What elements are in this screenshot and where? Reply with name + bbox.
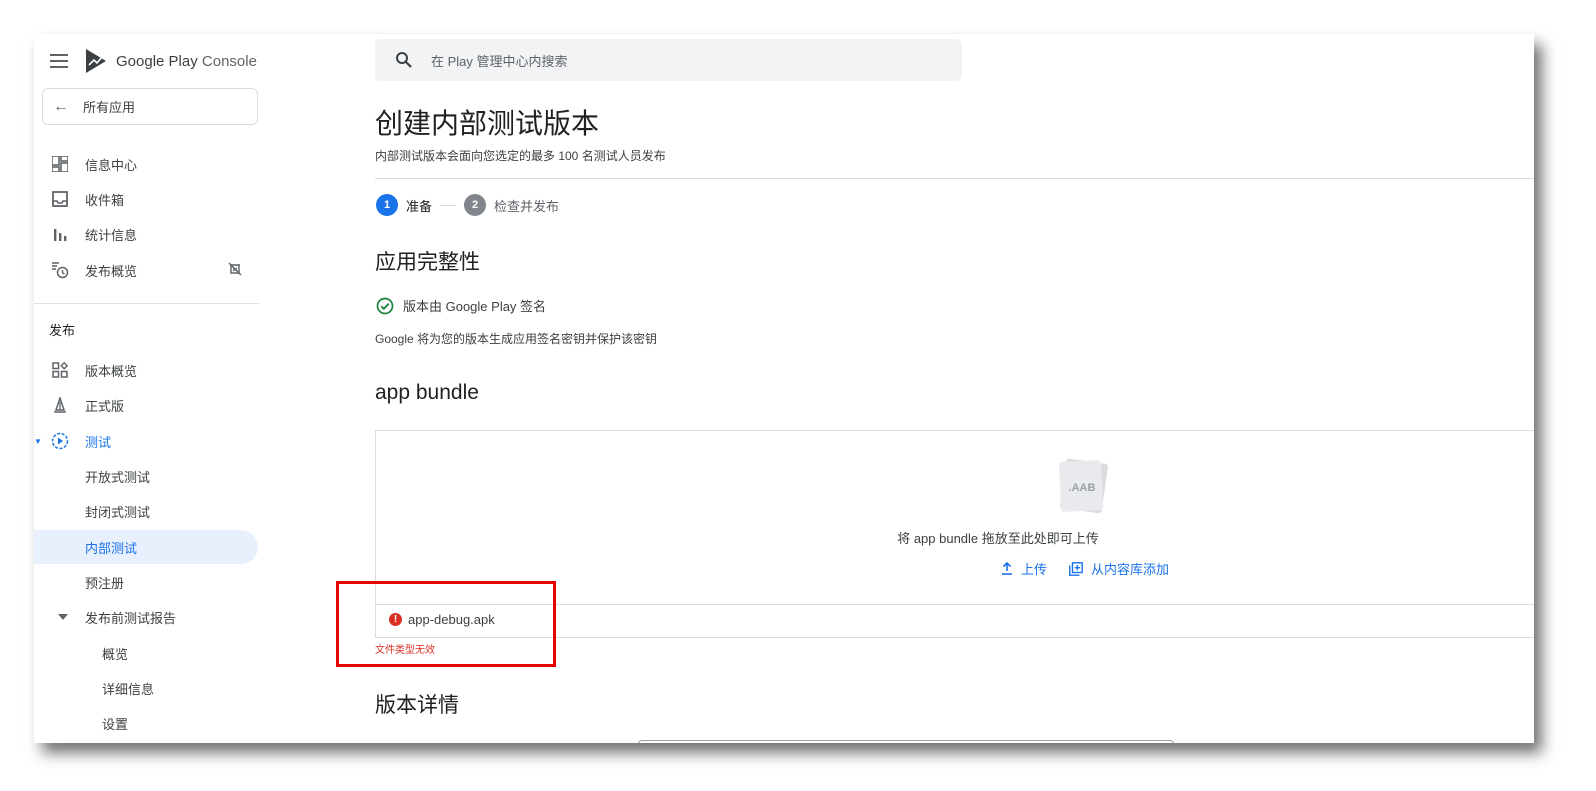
sidebar-item-dashboard[interactable]: 信息中心	[34, 147, 259, 181]
sidebar-item-releases-overview[interactable]: 版本概览	[34, 353, 259, 387]
sidebar-item-label: 信息中心	[85, 157, 138, 173]
managed-publishing-off-icon[interactable]	[228, 262, 242, 279]
publishing-overview-icon	[51, 261, 69, 279]
hamburger-menu-icon[interactable]	[50, 54, 68, 68]
sidebar-item-report-details[interactable]: 详细信息	[34, 671, 259, 705]
sidebar-item-label: 收件箱	[85, 192, 125, 208]
app-integrity-heading: 应用完整性	[375, 251, 480, 274]
dashboard-icon	[51, 155, 69, 173]
sidebar-item-label: 统计信息	[85, 227, 138, 243]
upload-label: 上传	[1021, 562, 1048, 577]
check-circle-icon	[376, 297, 394, 314]
play-signing-status: 版本由 Google Play 签名	[376, 296, 546, 315]
arrow-back-icon: ←	[53, 97, 69, 115]
sidebar-item-open-testing[interactable]: 开放式测试	[34, 459, 259, 493]
stepper: 1 准备 2 检查并发布	[376, 194, 559, 216]
brand-name: Google Play Console	[116, 53, 257, 70]
sidebar-item-pre-registration[interactable]: 预注册	[34, 565, 259, 599]
screenshot-frame: Google Play Console ← 所有应用 信息中心 收件箱 统计信息	[34, 34, 1534, 743]
library-add-icon	[1069, 561, 1083, 576]
play-console-logo-icon	[86, 49, 106, 73]
sidebar-item-pre-launch-report[interactable]: 发布前测试报告	[34, 600, 259, 634]
sidebar-item-label: 概览	[102, 646, 129, 662]
release-details-heading: 版本详情	[375, 694, 459, 717]
testing-icon	[51, 432, 69, 450]
sidebar-item-label: 发布概览	[85, 263, 138, 279]
sidebar-item-report-settings[interactable]: 设置	[34, 706, 259, 740]
sidebar-item-internal-testing[interactable]: 内部测试	[34, 530, 258, 564]
sidebar: Google Play Console ← 所有应用 信息中心 收件箱 统计信息	[34, 34, 259, 743]
dropzone-actions: 上传 从内容库添加	[1001, 559, 1191, 578]
sidebar-item-label: 版本概览	[85, 363, 138, 379]
upload-icon	[1002, 562, 1012, 575]
brand-name-part1: Google Play	[116, 52, 198, 70]
add-from-library-label: 从内容库添加	[1091, 562, 1170, 577]
search-bar[interactable]: 在 Play 管理中心内搜索	[375, 39, 962, 81]
app-bundle-heading: app bundle	[375, 381, 479, 404]
sidebar-section-release: 发布	[49, 323, 76, 338]
caret-down-icon	[54, 608, 72, 626]
all-apps-button[interactable]: ← 所有应用	[42, 88, 258, 125]
step-2-label: 检查并发布	[494, 198, 560, 214]
page-title: 创建内部测试版本	[375, 108, 600, 139]
step-1-number: 1	[376, 194, 398, 216]
production-icon	[51, 396, 69, 414]
sidebar-item-inbox[interactable]: 收件箱	[34, 182, 259, 216]
sidebar-item-label: 测试	[85, 434, 112, 450]
sidebar-item-label: 封闭式测试	[85, 504, 151, 520]
sidebar-item-label: 预注册	[85, 575, 125, 591]
add-from-library-button[interactable]: 从内容库添加	[1069, 559, 1169, 578]
step-2-number: 2	[464, 194, 487, 216]
search-icon	[396, 52, 412, 68]
sidebar-item-publishing-overview[interactable]: 发布概览	[34, 253, 259, 287]
sidebar-item-label: 开放式测试	[85, 469, 151, 485]
aab-file-icon: .AAB	[1058, 458, 1108, 514]
inbox-icon	[51, 190, 69, 208]
sidebar-item-closed-testing[interactable]: 封闭式测试	[34, 494, 259, 528]
sidebar-item-label: 详细信息	[102, 681, 155, 697]
signing-description: Google 将为您的版本生成应用签名密钥并保护该密钥	[375, 332, 658, 346]
releases-overview-icon	[51, 361, 69, 379]
aab-file-label: .AAB	[1069, 482, 1096, 494]
page-subtitle: 内部测试版本会面向您选定的最多 100 名测试人员发布	[375, 149, 666, 163]
brand-bar: Google Play Console	[50, 46, 257, 76]
sidebar-item-statistics[interactable]: 统计信息	[34, 217, 259, 251]
sidebar-item-label: 内部测试	[85, 540, 138, 556]
sidebar-item-label: 正式版	[85, 398, 125, 414]
dropzone-text: 将 app bundle 拖放至此处即可上传	[897, 531, 1099, 546]
sidebar-item-report-overview[interactable]: 概览	[34, 636, 259, 670]
sidebar-item-testing[interactable]: 测试	[34, 424, 259, 458]
header-divider	[375, 178, 1534, 179]
brand-name-part2: Console	[201, 52, 257, 70]
step-1-label: 准备	[406, 198, 433, 214]
release-details-field[interactable]	[638, 740, 1174, 743]
annotation-highlight-box	[336, 581, 556, 667]
upload-button[interactable]: 上传	[1001, 559, 1047, 578]
sidebar-item-label: 设置	[102, 716, 129, 732]
sidebar-divider	[34, 303, 259, 304]
sidebar-item-label: 发布前测试报告	[85, 610, 177, 626]
sidebar-item-production[interactable]: 正式版	[34, 388, 259, 422]
play-signing-label: 版本由 Google Play 签名	[403, 299, 547, 314]
all-apps-label: 所有应用	[83, 100, 136, 115]
search-input[interactable]: 在 Play 管理中心内搜索	[431, 51, 568, 70]
step-separator	[440, 204, 457, 206]
bar-chart-icon	[51, 225, 69, 243]
